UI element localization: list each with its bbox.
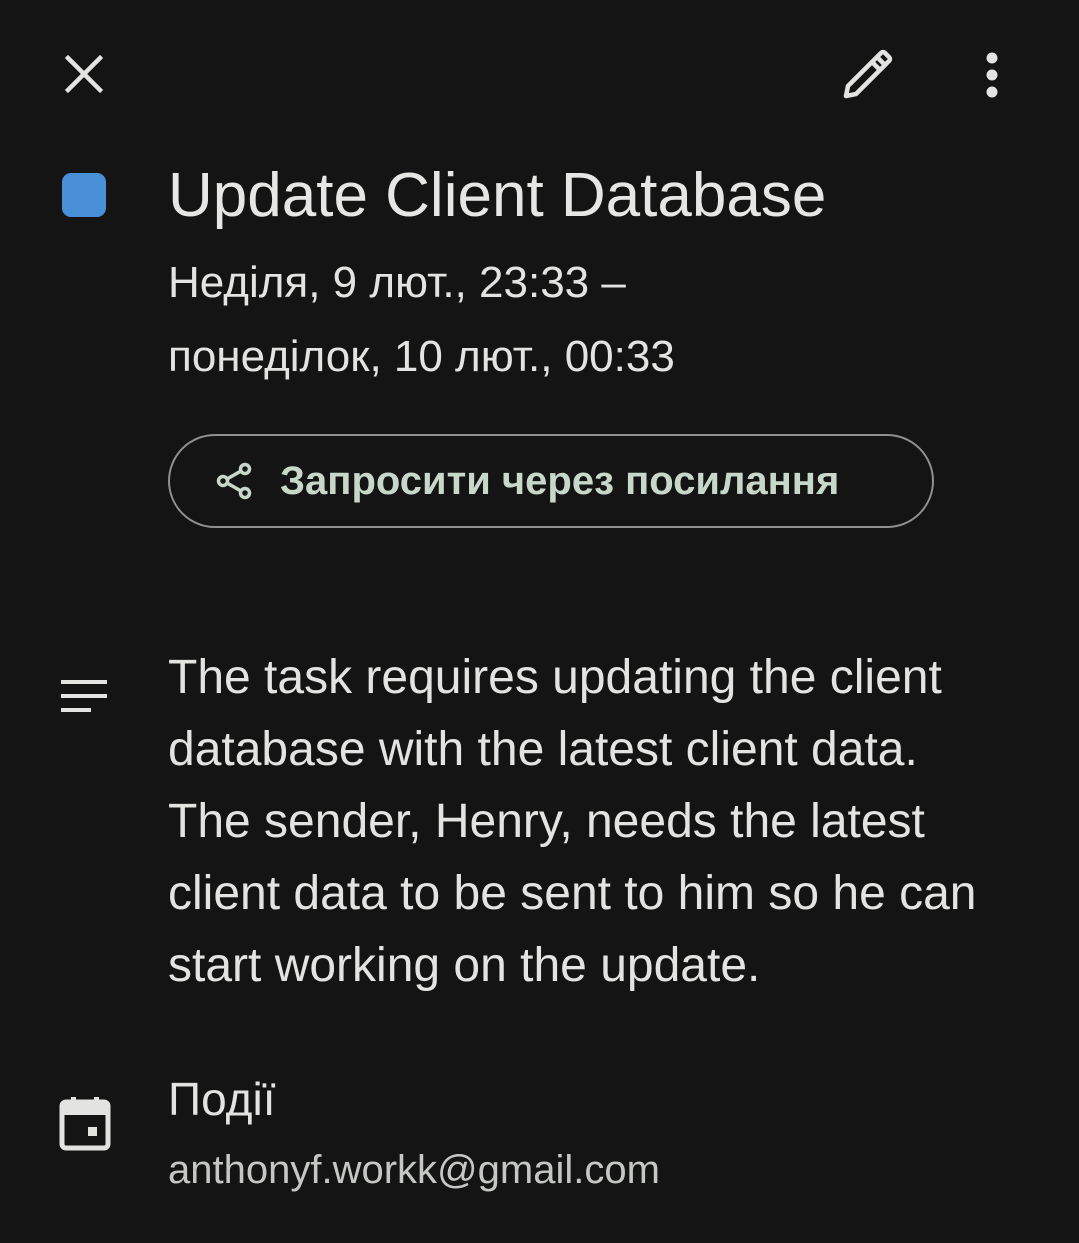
pencil-icon — [843, 49, 893, 99]
close-icon — [64, 54, 104, 94]
event-date-start: Неділя, 9 лют., 23:33 – — [168, 258, 626, 307]
more-options-button[interactable] — [972, 48, 1012, 102]
description-line: The sender, Henry, needs the latest — [168, 795, 925, 848]
event-color-indicator — [62, 173, 106, 217]
event-description[interactable]: The task requires updating the client da… — [168, 642, 1048, 1002]
invite-button-label: Запросити через посилання — [280, 458, 840, 503]
edit-button[interactable] — [838, 46, 896, 104]
description-line: The task requires updating the client — [168, 651, 942, 704]
close-button[interactable] — [58, 48, 110, 100]
description-line: client data to be sent to him so he can — [168, 867, 977, 920]
notes-icon — [61, 680, 107, 712]
top-app-bar — [0, 0, 1079, 150]
description-line: database with the latest client data. — [168, 723, 918, 776]
calendar-icon — [59, 1097, 111, 1151]
event-date-end: понеділок, 10 лют., 00:33 — [168, 332, 675, 381]
share-icon — [216, 462, 252, 500]
description-line: start working on the update. — [168, 939, 761, 992]
more-vertical-icon — [986, 52, 998, 98]
invite-via-link-button[interactable]: Запросити через посилання — [168, 434, 934, 528]
calendar-account-email: anthonyf.workk@gmail.com — [168, 1148, 660, 1192]
event-title: Update Client Database — [168, 161, 827, 230]
calendar-name: Події — [168, 1073, 276, 1125]
